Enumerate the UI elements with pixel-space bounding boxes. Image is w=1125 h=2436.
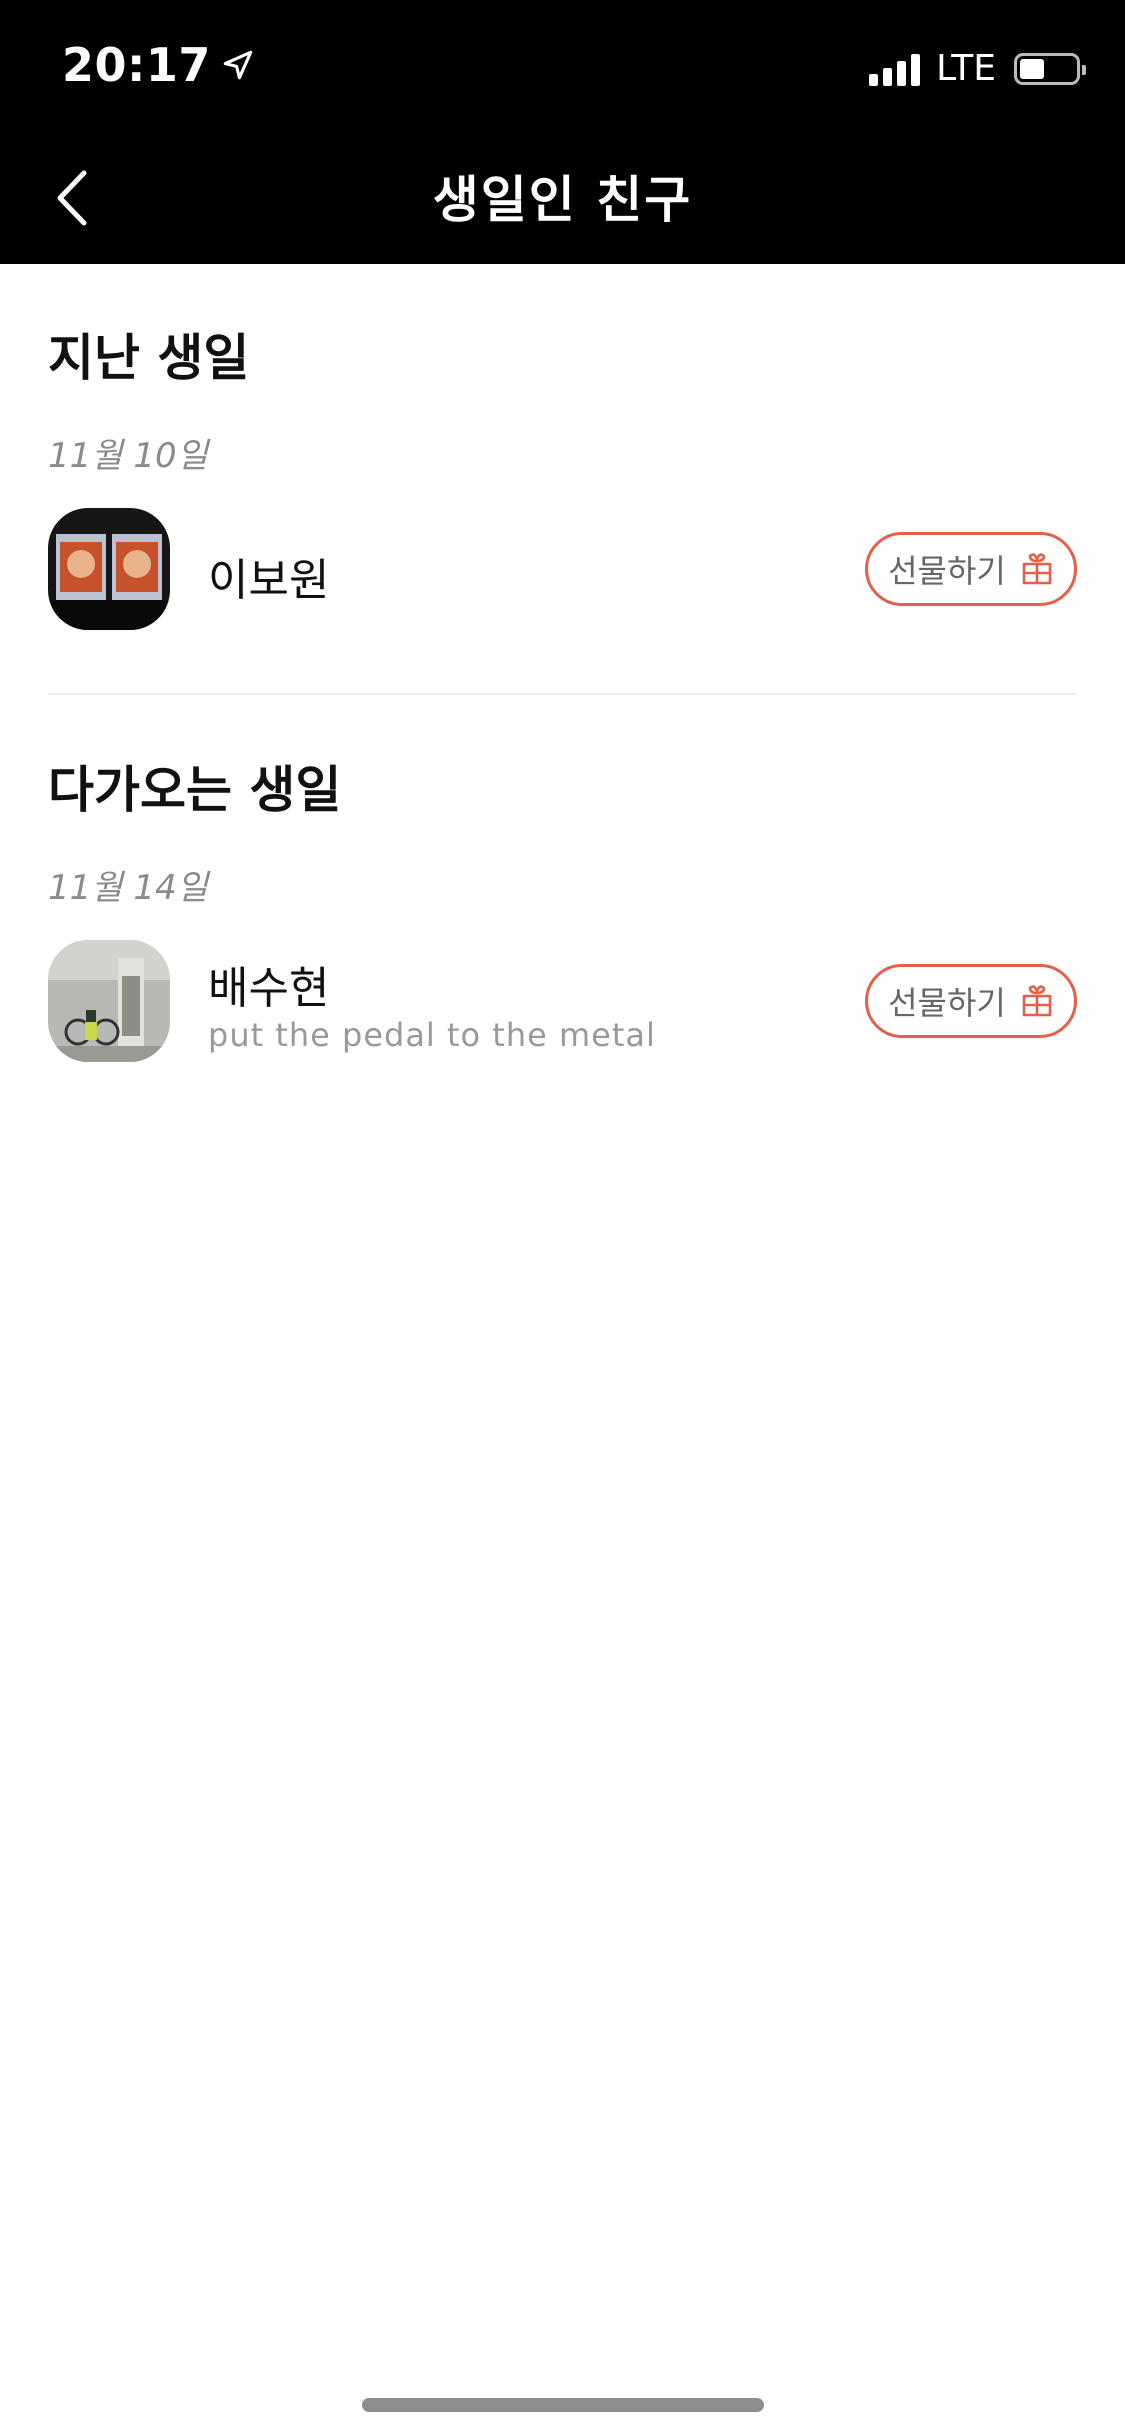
avatar[interactable] — [48, 508, 170, 630]
gift-button[interactable]: 선물하기 — [865, 964, 1077, 1038]
birthday-date-label: 11월 14일 — [48, 868, 208, 908]
friend-name: 배수현 — [208, 963, 330, 1014]
avatar[interactable] — [48, 940, 170, 1062]
friend-name: 이보원 — [208, 555, 330, 606]
location-arrow-icon — [223, 50, 253, 80]
home-indicator[interactable] — [362, 2398, 764, 2412]
gift-button-label: 선물하기 — [888, 984, 1006, 1022]
signal-strength-icon — [869, 52, 921, 86]
avatar-photo — [48, 508, 170, 630]
status-bar: 20:17 LTE — [0, 0, 1125, 132]
section-title-past-birthdays: 지난 생일 — [48, 329, 250, 387]
friend-row[interactable]: 배수현 put the pedal to the metal 선물하기 — [0, 940, 1125, 1070]
section-title-upcoming-birthdays: 다가오는 생일 — [48, 761, 342, 819]
birthday-date-label: 11월 10일 — [48, 436, 208, 476]
gift-button-label: 선물하기 — [888, 552, 1006, 590]
gift-icon — [1022, 985, 1052, 1017]
status-time: 20:17 — [62, 38, 211, 92]
network-type: LTE — [936, 48, 996, 89]
gift-icon — [1022, 553, 1052, 585]
gift-button[interactable]: 선물하기 — [865, 532, 1077, 606]
nav-bar: 생일인 친구 — [0, 132, 1125, 264]
status-indicators: LTE — [869, 48, 1086, 89]
avatar-photo — [48, 940, 170, 1062]
status-time-group: 20:17 — [62, 38, 255, 92]
section-divider — [48, 693, 1077, 695]
friend-row[interactable]: 이보원 선물하기 — [0, 508, 1125, 638]
page-title: 생일인 친구 — [432, 171, 693, 229]
battery-icon — [1014, 52, 1086, 85]
friend-status-message: put the pedal to the metal — [208, 1016, 656, 1054]
